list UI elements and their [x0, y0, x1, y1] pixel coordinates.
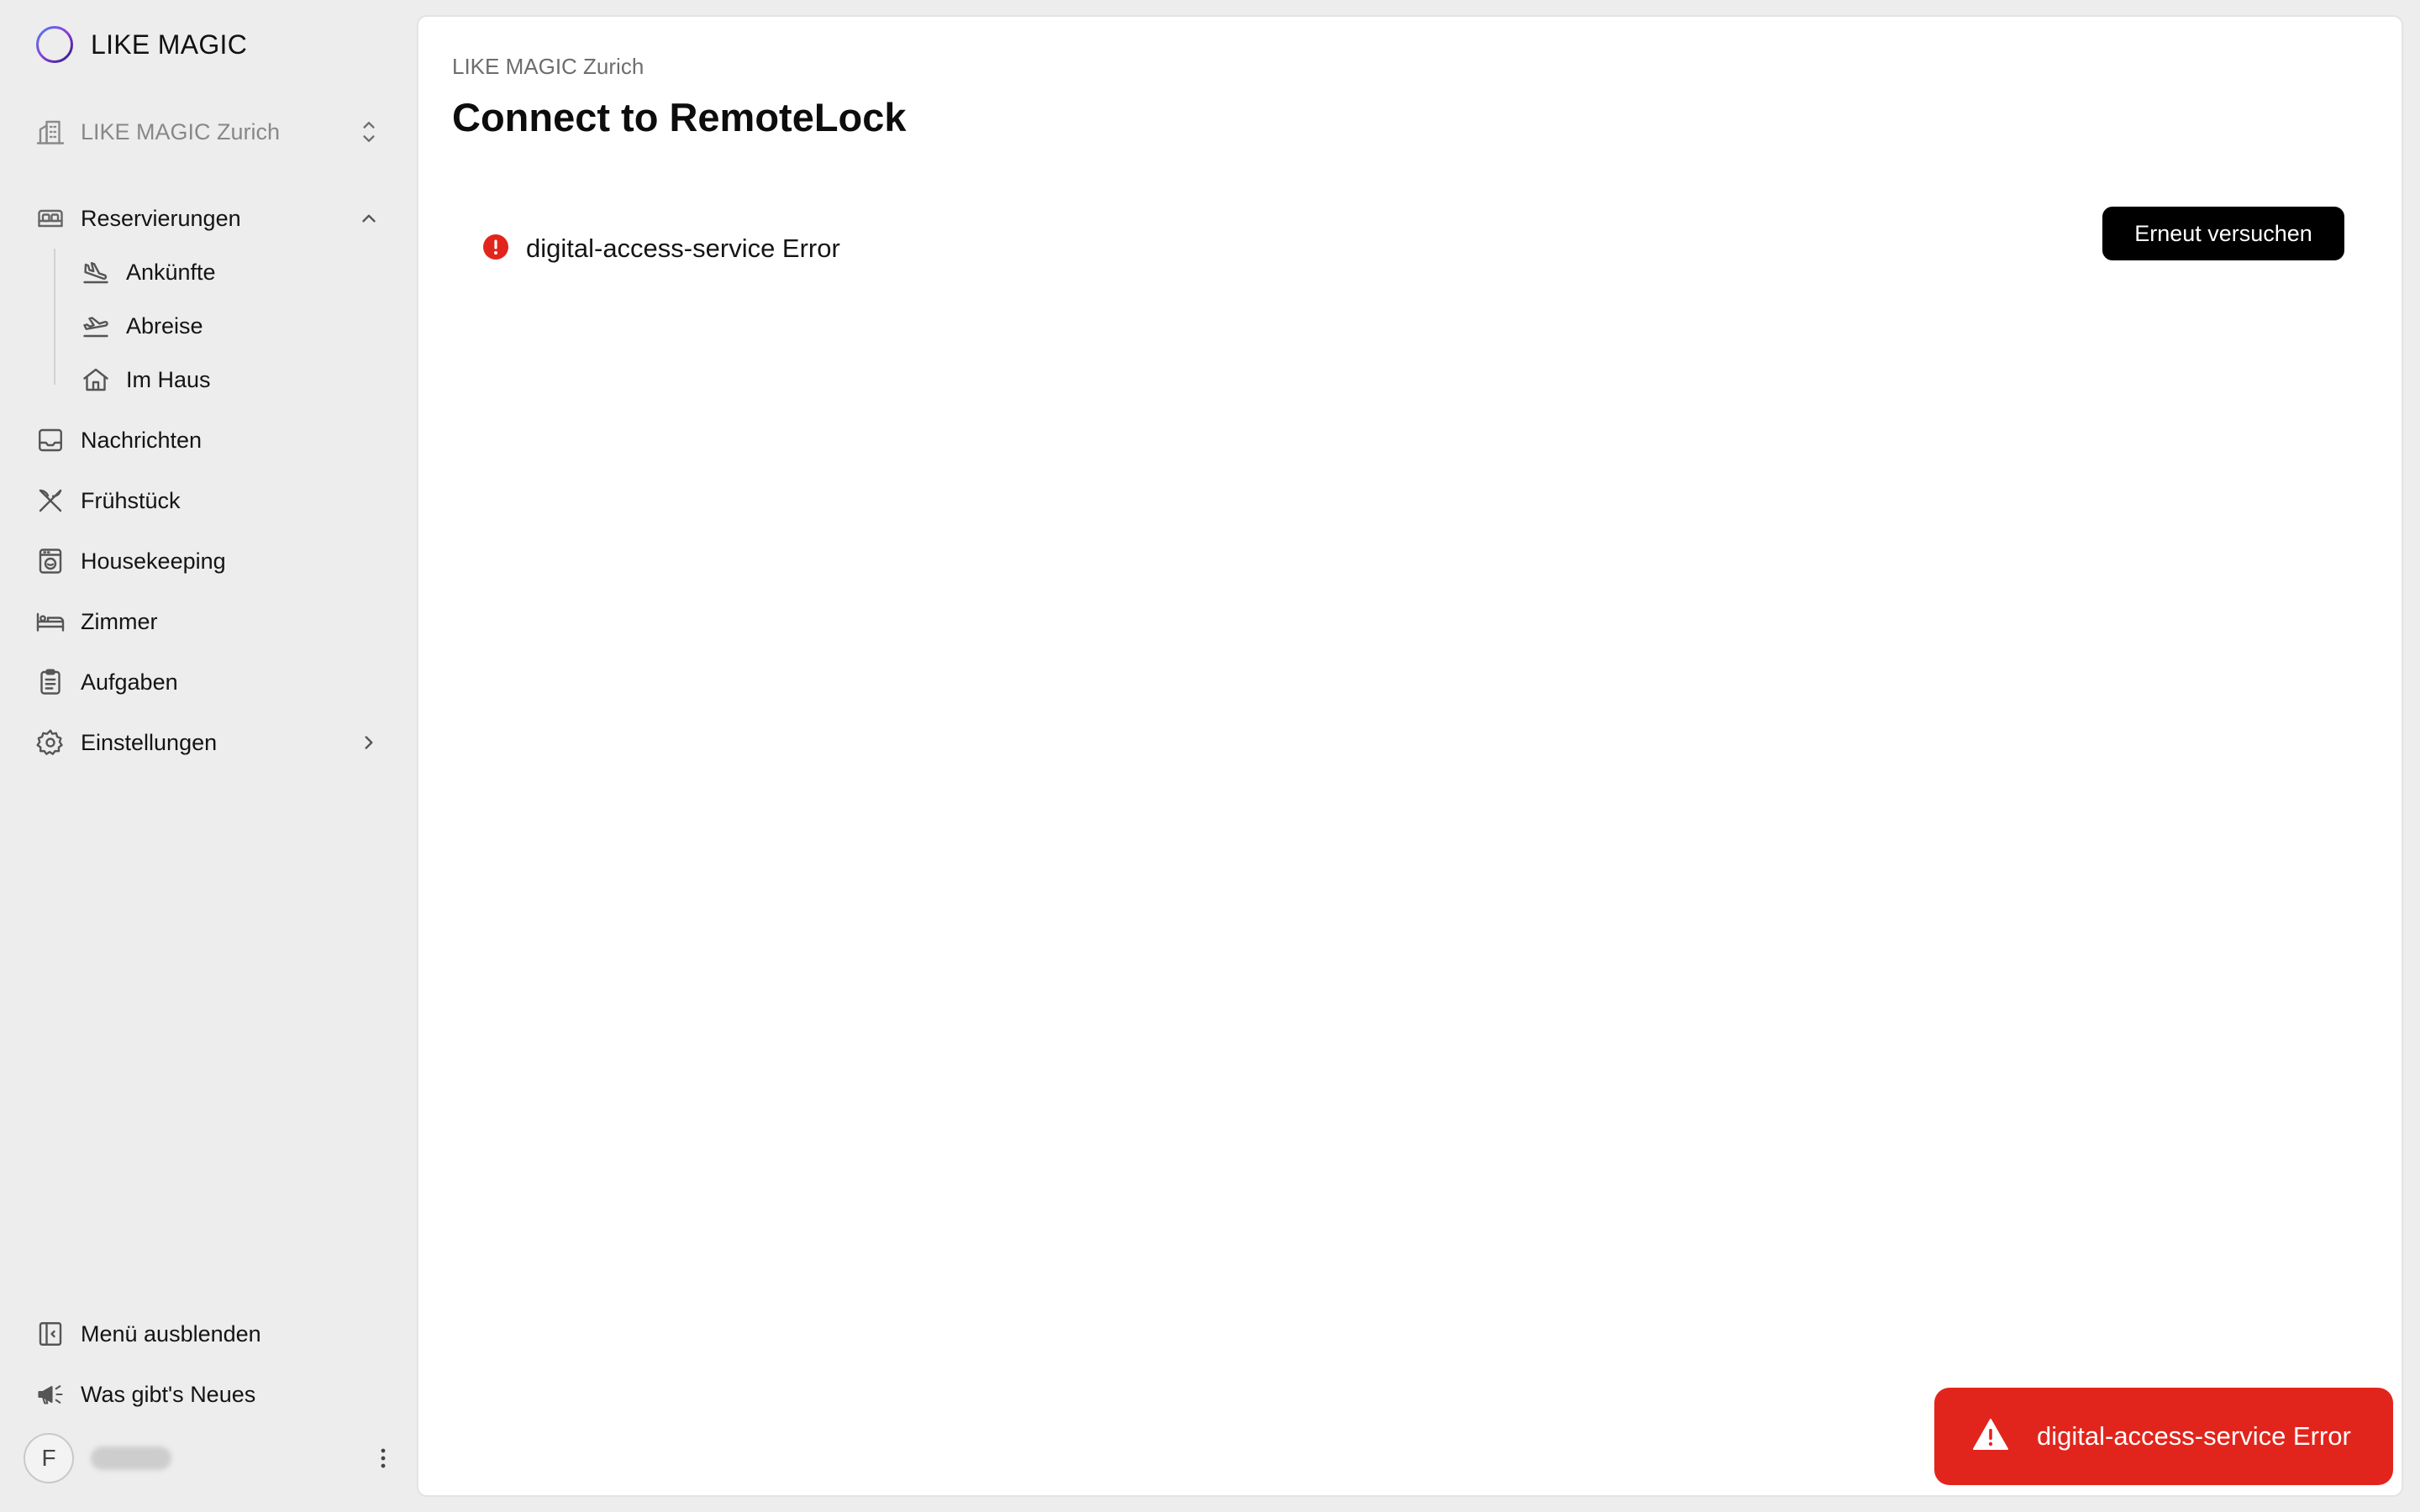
collapse-menu-label: Menü ausblenden: [81, 1320, 261, 1347]
property-name: LIKE MAGIC Zurich: [81, 118, 281, 144]
inbox-icon: [35, 425, 66, 455]
sidebar-item-fruehstueck[interactable]: Frühstück: [35, 480, 380, 521]
property-selector[interactable]: LIKE MAGIC Zurich: [35, 113, 380, 151]
chevron-up-down-icon: [358, 117, 380, 147]
sidebar-item-label: Reservierungen: [81, 205, 241, 231]
whats-new-button[interactable]: Was gibt's Neues: [35, 1374, 380, 1415]
sidebar-item-label: Aufgaben: [81, 669, 178, 695]
bed-icon: [35, 203, 66, 234]
sidebar-item-housekeeping[interactable]: Housekeeping: [35, 541, 380, 581]
page-title: Connect to RemoteLock: [452, 95, 907, 139]
sidebar-item-label: Housekeeping: [81, 548, 226, 574]
sidebar-item-label: Nachrichten: [81, 427, 203, 453]
utensils-icon: [35, 486, 66, 516]
chevron-right-icon: [358, 732, 380, 753]
sidebar-item-label: Abreise: [126, 312, 203, 339]
sidebar-collapse-icon: [35, 1319, 66, 1349]
error-toast[interactable]: digital-access-service Error: [1934, 1388, 2393, 1485]
more-options-icon[interactable]: [373, 1441, 393, 1475]
whats-new-label: Was gibt's Neues: [81, 1381, 256, 1407]
user-profile[interactable]: F: [24, 1431, 393, 1485]
error-message: digital-access-service Error: [526, 234, 840, 263]
sidebar-item-im-haus[interactable]: Im Haus: [81, 360, 380, 400]
sidebar-item-zimmer[interactable]: Zimmer: [35, 601, 380, 642]
sidebar-item-abreise[interactable]: Abreise: [81, 306, 380, 346]
brand-logo[interactable]: LIKE MAGIC: [35, 25, 247, 64]
sidebar-item-label: Einstellungen: [81, 729, 218, 755]
building-icon: [35, 117, 66, 147]
gear-icon: [35, 727, 66, 758]
retry-button[interactable]: Erneut versuchen: [2102, 207, 2344, 260]
main-content: LIKE MAGIC Zurich Connect to RemoteLock …: [417, 15, 2403, 1497]
sidebar-item-einstellungen[interactable]: Einstellungen: [35, 722, 380, 763]
home-icon: [81, 365, 111, 395]
sidebar-item-label: Ankünfte: [126, 259, 216, 285]
washing-machine-icon: [35, 546, 66, 576]
sidebar-item-label: Frühstück: [81, 487, 181, 513]
megaphone-icon: [35, 1379, 66, 1410]
sidebar-item-ankuenfte[interactable]: Ankünfte: [81, 252, 380, 292]
sidebar-item-aufgaben[interactable]: Aufgaben: [35, 662, 380, 702]
avatar: F: [24, 1433, 74, 1483]
plane-landing-icon: [81, 257, 111, 287]
error-alert: digital-access-service Error: [482, 215, 840, 282]
sidebar-item-reservierungen[interactable]: Reservierungen: [35, 198, 380, 239]
sidebar-item-nachrichten[interactable]: Nachrichten: [35, 420, 380, 460]
plane-takeoff-icon: [81, 311, 111, 341]
error-icon: [482, 234, 509, 265]
warning-icon: [1971, 1417, 2010, 1457]
user-name-redacted: [91, 1446, 171, 1470]
toast-message: digital-access-service Error: [2037, 1421, 2351, 1451]
breadcrumb[interactable]: LIKE MAGIC Zurich: [452, 54, 644, 80]
submenu-guide-line: [54, 249, 55, 385]
clipboard-icon: [35, 667, 66, 697]
collapse-menu-button[interactable]: Menü ausblenden: [35, 1314, 380, 1354]
sidebar: LIKE MAGIC LIKE MAGIC Zurich Reservierun…: [0, 0, 413, 1512]
brand-name: LIKE MAGIC: [91, 29, 248, 60]
chevron-up-icon: [358, 207, 380, 229]
sidebar-item-label: Zimmer: [81, 608, 158, 634]
sidebar-item-label: Im Haus: [126, 366, 211, 392]
bed-single-icon: [35, 606, 66, 637]
circle-logo-icon: [35, 25, 74, 64]
